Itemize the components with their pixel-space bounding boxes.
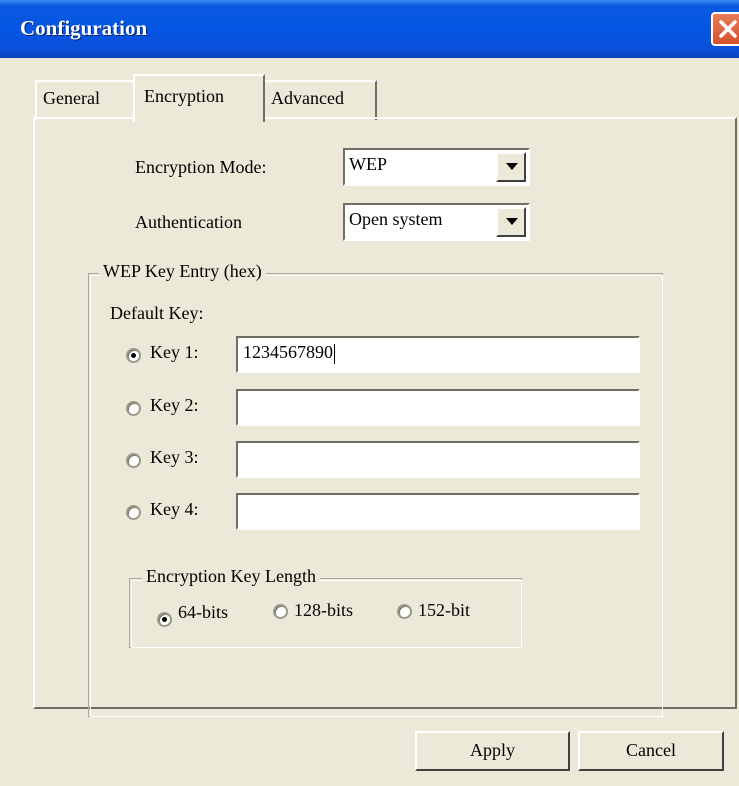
key-length-128-radio[interactable] <box>273 604 288 619</box>
text-caret <box>334 343 335 364</box>
tab-advanced[interactable]: Advanced <box>263 80 377 120</box>
chevron-down-icon <box>506 163 518 170</box>
authentication-select[interactable]: Open system <box>343 203 530 241</box>
key-length-legend: Encryption Key Length <box>142 566 320 587</box>
encryption-mode-label: Encryption Mode: <box>135 157 267 177</box>
close-button[interactable] <box>711 12 739 46</box>
apply-button[interactable]: Apply <box>415 731 570 771</box>
key2-label: Key 2: <box>150 395 199 415</box>
key1-value: 1234567890 <box>243 342 333 362</box>
key-length-152-radio[interactable] <box>397 604 412 619</box>
tab-encryption-label: Encryption <box>144 86 224 106</box>
key-length-64-label: 64-bits <box>178 602 229 622</box>
tab-advanced-label: Advanced <box>271 88 344 108</box>
key-length-64-radio[interactable] <box>157 612 172 627</box>
window-title: Configuration <box>20 16 148 40</box>
tab-general-label: General <box>43 88 100 108</box>
encryption-mode-value: WEP <box>349 154 387 174</box>
key-length-152-label: 152-bit <box>418 600 470 620</box>
key4-radio[interactable] <box>126 505 141 520</box>
authentication-value: Open system <box>349 209 443 229</box>
cancel-button[interactable]: Cancel <box>578 731 724 771</box>
authentication-dropdown-button[interactable] <box>496 207 526 237</box>
close-icon <box>719 20 737 38</box>
key4-label: Key 4: <box>150 499 199 519</box>
key3-label: Key 3: <box>150 447 199 467</box>
encryption-mode-dropdown-button[interactable] <box>496 152 526 182</box>
key-length-128-label: 128-bits <box>294 600 354 620</box>
authentication-label: Authentication <box>135 212 242 232</box>
key2-radio[interactable] <box>126 401 141 416</box>
key1-label: Key 1: <box>150 342 199 362</box>
key3-input[interactable] <box>236 441 640 478</box>
key4-input[interactable] <box>236 493 640 530</box>
wep-key-entry-legend: WEP Key Entry (hex) <box>99 261 266 282</box>
key1-input[interactable]: 1234567890 <box>236 336 640 373</box>
default-key-label: Default Key: <box>110 303 204 323</box>
key3-radio[interactable] <box>126 453 141 468</box>
key1-radio[interactable] <box>126 348 141 363</box>
encryption-mode-select[interactable]: WEP <box>343 148 530 186</box>
configuration-window: Configuration General Encryption Advance… <box>0 0 739 786</box>
title-bar[interactable]: Configuration <box>0 0 739 58</box>
key2-input[interactable] <box>236 389 640 426</box>
tab-encryption[interactable]: Encryption <box>133 74 265 122</box>
tab-general[interactable]: General <box>35 80 139 120</box>
chevron-down-icon <box>506 218 518 225</box>
